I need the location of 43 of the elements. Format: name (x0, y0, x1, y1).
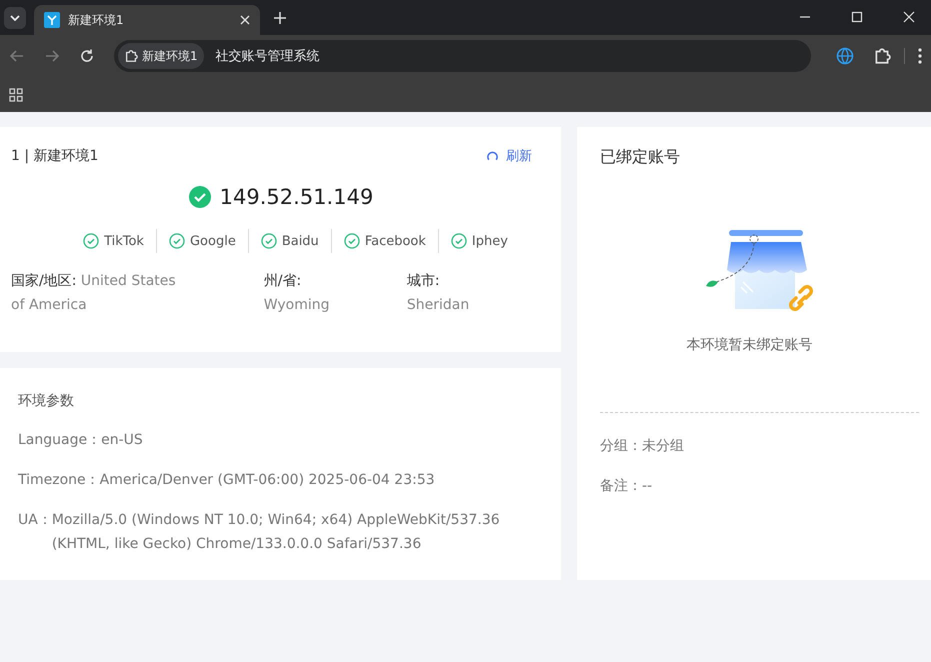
param-label: Timezone： (18, 471, 100, 490)
reload-icon[interactable] (79, 48, 95, 64)
globe-icon[interactable] (836, 47, 854, 65)
location-text: 城市: Sheridan (406, 272, 470, 315)
tab-search-button[interactable] (4, 7, 26, 29)
environment-title: 1 | 新建环境1 (11, 147, 98, 165)
location-text: 国家/地区: United States of America (11, 272, 177, 315)
account-field: 分组：未分组 (600, 437, 919, 455)
back-icon[interactable] (9, 48, 25, 64)
param-value: en-US (101, 431, 143, 450)
site-check-label: Google (190, 234, 236, 248)
empty-message: 本环境暂未绑定账号 (686, 336, 814, 354)
site-check-label: Baidu (282, 234, 319, 248)
address-text: 社交账号管理系统 (216, 48, 320, 65)
browser-tab[interactable]: 新建环境1 (34, 5, 260, 35)
puzzle-icon (124, 49, 138, 63)
section-title: 已绑定账号 (600, 147, 681, 168)
forward-icon[interactable] (44, 48, 60, 64)
refresh-icon (486, 150, 499, 162)
site-check-label: Facebook (364, 234, 426, 248)
app-logo-icon (44, 12, 60, 28)
param-label: Language： (18, 431, 102, 450)
close-window-icon[interactable] (903, 11, 915, 23)
ip-address: 149.52.51.149 (220, 185, 374, 209)
account-field: 备注：-- (600, 477, 919, 495)
param-value: Mozilla/5.0 (Windows NT 10.0; Win64; x64) AppleWebKit/537.36 (KHTML, like Gecko) Chrome/133.0.0.0 Safari/537.36 (52, 511, 501, 554)
site-check-label: Iphey (472, 234, 508, 248)
refresh-button[interactable]: 刷新 (486, 147, 532, 165)
puzzle-icon[interactable] (873, 47, 891, 65)
more-icon[interactable] (918, 48, 922, 64)
new-tab-icon[interactable] (274, 12, 286, 24)
location-text: 州/省: Wyoming (264, 272, 331, 315)
close-icon[interactable] (240, 15, 250, 25)
site-check-label: TikTok (104, 234, 144, 248)
maximize-icon[interactable] (851, 11, 863, 23)
apps-grid-icon[interactable] (9, 88, 23, 102)
param-value: America/Denver (GMT-06:00) 2025-06-04 23:53 (100, 471, 435, 490)
tab-title: 新建环境1 (68, 12, 125, 28)
chevron-down-icon (10, 15, 20, 21)
address-bar[interactable]: 新建环境1 社交账号管理系统 (114, 40, 811, 72)
param-label: UA： (18, 511, 52, 530)
site-chip[interactable]: 新建环境1 (118, 43, 204, 69)
section-title: 环境参数 (18, 392, 75, 410)
